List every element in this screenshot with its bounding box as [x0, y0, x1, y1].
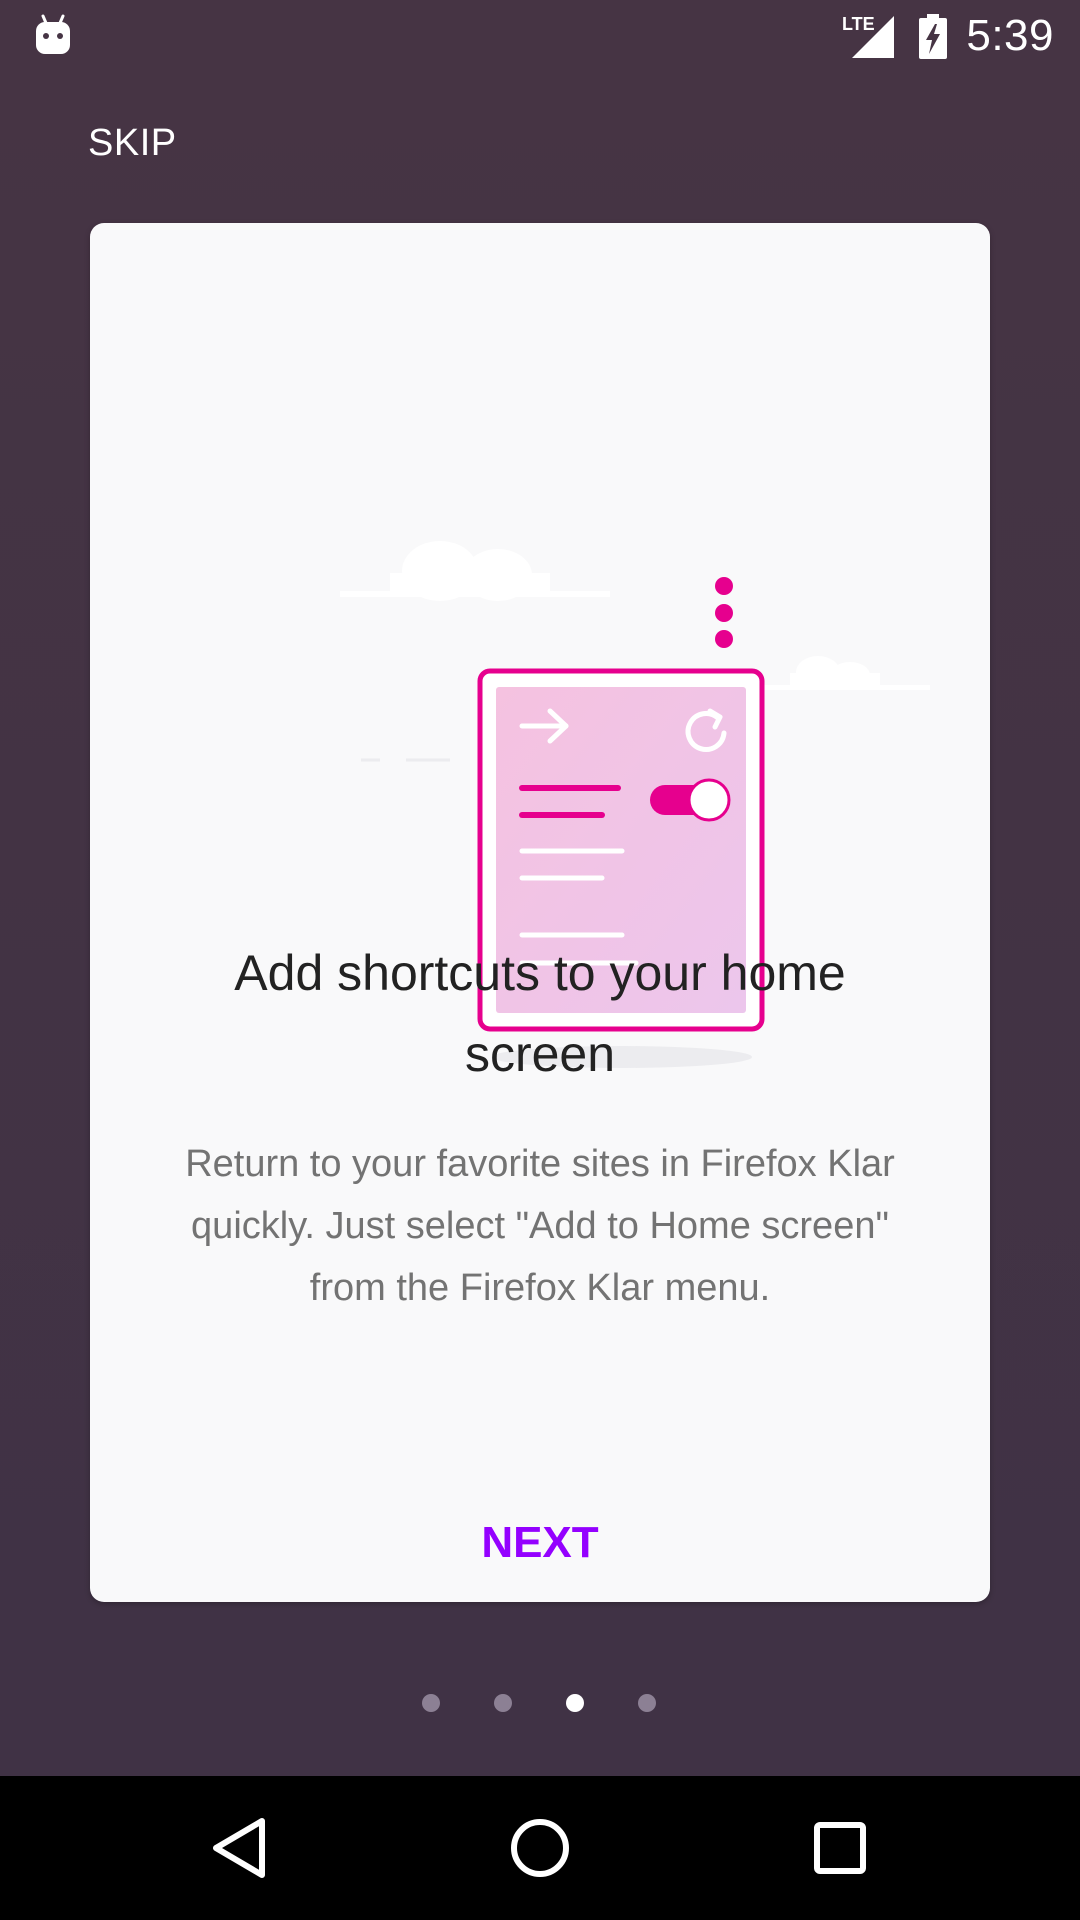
card-description: Return to your favorite sites in Firefox…	[185, 1143, 895, 1309]
android-debug-icon	[36, 14, 70, 54]
battery-charging-icon	[919, 14, 948, 59]
onboarding-screen: LTE 5:39 SKIP Add shortcuts to your home…	[0, 0, 1080, 1920]
cloud-right-icon	[750, 656, 930, 690]
cloud-left-icon	[340, 541, 610, 601]
overflow-menu-icon	[715, 577, 733, 648]
page-dot-1[interactable]	[422, 1694, 440, 1712]
status-right: LTE 5:39	[842, 0, 1054, 72]
skip-button[interactable]: SKIP	[88, 122, 177, 165]
recents-square-icon	[814, 1822, 866, 1874]
cell-signal-icon: LTE	[842, 14, 895, 58]
page-dot-3-active[interactable]	[566, 1694, 584, 1712]
next-button[interactable]: NEXT	[440, 1508, 640, 1578]
card-title: Add shortcuts to your home screen	[234, 945, 846, 1082]
home-button[interactable]	[490, 1798, 590, 1898]
page-dot-2[interactable]	[494, 1694, 512, 1712]
onboarding-card: Add shortcuts to your home screen Return…	[90, 223, 990, 1602]
status-time: 5:39	[966, 11, 1054, 60]
back-button[interactable]	[190, 1798, 290, 1898]
back-triangle-icon	[213, 1818, 265, 1878]
status-bar: LTE 5:39	[0, 0, 1080, 72]
network-type-label: LTE	[842, 14, 875, 34]
navigation-bar	[0, 1776, 1080, 1920]
page-dot-4[interactable]	[638, 1694, 656, 1712]
home-circle-icon	[511, 1819, 569, 1877]
recents-button[interactable]	[790, 1798, 890, 1898]
page-indicator	[0, 1694, 1080, 1714]
